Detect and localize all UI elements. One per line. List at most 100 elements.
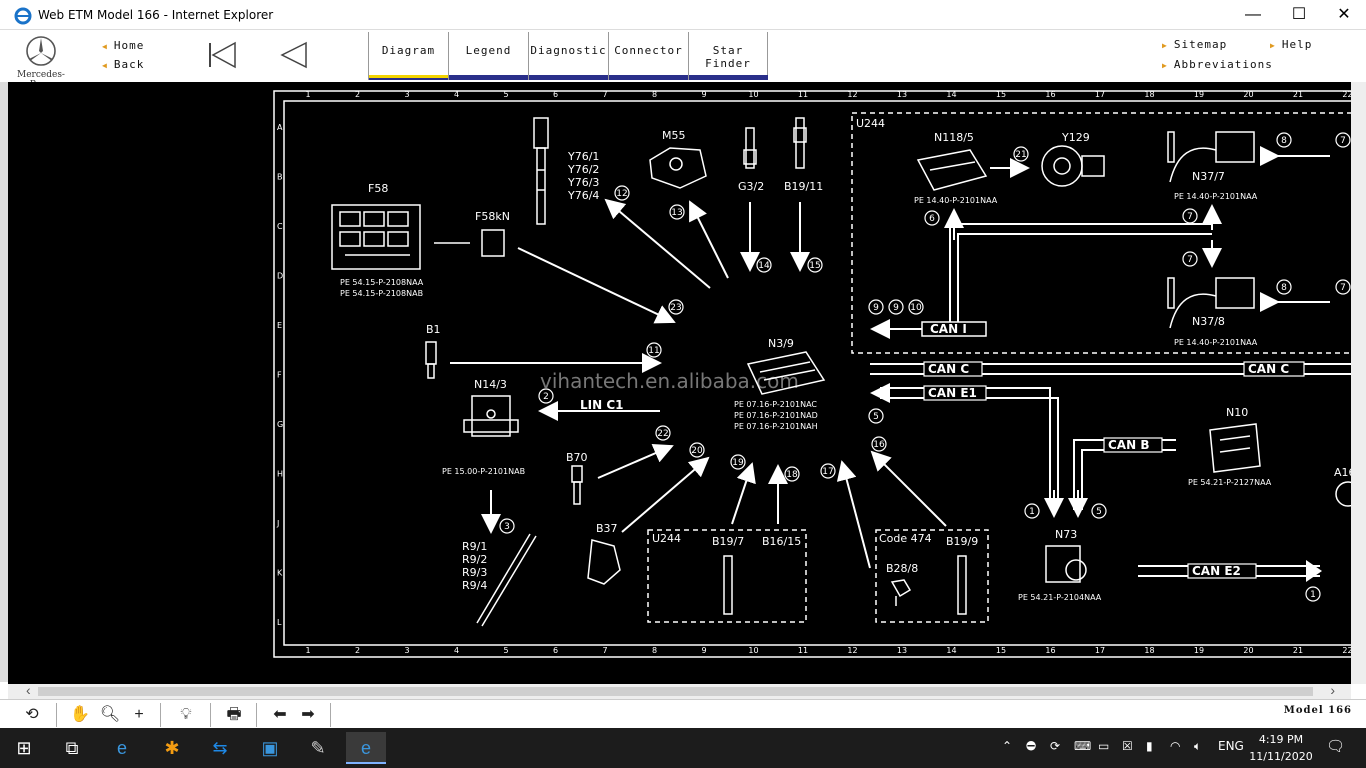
window-title: Web ETM Model 166 - Internet Explorer [38,8,274,22]
b70-sensor [571,465,583,505]
pan-hand-icon[interactable]: ✋ [68,704,92,726]
mercedes-star-icon [26,36,56,66]
code-474-label: Code 474 [879,532,932,545]
mercedes-logo[interactable]: Mercedes-Benz [8,32,74,90]
wifi-icon[interactable]: ◠ [1170,739,1180,753]
row-letter: E [277,321,282,330]
notification-icon[interactable]: 🗨︎ [1326,737,1345,755]
close-button[interactable]: ✕ [1321,0,1366,30]
reference-number: 6 [929,214,935,224]
model-label: Model 166 [1283,705,1352,716]
language-indicator[interactable]: ENG [1218,739,1244,753]
volume-icon[interactable]: 🔈︎ [1194,739,1201,754]
internet-explorer-taskbar-icon[interactable]: e [346,732,386,764]
n37-7-label: N37/7 [1192,170,1225,183]
a16-label: A16 [1334,466,1351,479]
column-number: 9 [701,646,706,655]
n14-3-label: N14/3 [474,378,507,391]
tray-sync-icon[interactable]: ⟳ [1050,739,1060,753]
zoom-in-plus-icon[interactable]: + [127,704,151,726]
row-letter: B [277,173,283,182]
home-link[interactable]: ◀ Home [102,39,144,52]
minimize-button[interactable]: — [1230,0,1276,30]
column-number: 4 [454,646,459,655]
tray-window-icon[interactable]: ▭ [1098,739,1109,753]
paint-icon[interactable]: ✎ [298,732,338,764]
row-letter: C [277,222,283,231]
m55-label: M55 [662,129,686,142]
row-letter: F [277,371,282,380]
column-number: 21 [1293,646,1303,655]
column-number: 4 [454,90,459,99]
tab-diagram[interactable]: Diagram [368,32,448,80]
column-number: 14 [946,646,956,655]
wiring-diagram-canvas[interactable]: 1 1 2 2 3 3 4 4 5 5 6 6 7 7 8 8 9 9 10 10 11 11 12 12 13 13 14 14 15… [8,82,1351,684]
n37-8-label: N37/8 [1192,315,1225,328]
column-number: 17 [1095,90,1105,99]
previous-page-icon[interactable] [278,40,310,70]
r9-4-label: R9/4 [462,579,487,592]
n37-7-pe: PE 14.40-P-2101NAA [1174,192,1258,201]
y76-4-label: Y76/4 [567,189,599,202]
tray-network-blocked-icon[interactable]: ☒ [1122,739,1133,753]
b1-label: B1 [426,323,441,336]
arrow-right-icon[interactable]: ➡ [296,704,320,726]
reference-number: 7 [1187,212,1193,222]
reference-number: 13 [671,208,682,218]
scroll-right-icon[interactable]: › [1330,682,1335,698]
n3-pe2: PE 07.16-P-2101NAD [734,411,818,420]
tab-connector[interactable]: Connector [608,32,688,80]
scroll-thumb[interactable] [38,687,1313,696]
horizontal-scrollbar[interactable]: ‹ › [8,682,1351,699]
y76-1-label: Y76/1 [567,150,599,163]
zoom-icon[interactable]: 🔍︎ [98,704,122,726]
tab-legend[interactable]: Legend [448,32,528,80]
highlight-bulb-icon[interactable]: 💡︎ [174,704,198,726]
sitemap-link[interactable]: ▶ Sitemap [1162,38,1227,51]
b19-11-sensor [793,117,807,169]
arrow-left-icon[interactable]: ⬅ [268,704,292,726]
abbreviations-link[interactable]: ▶ Abbreviations [1162,58,1273,71]
n3-pe3: PE 07.16-P-2101NAH [734,422,818,431]
tray-lang-icon[interactable]: ⌨ [1074,739,1091,753]
reference-number: 1 [1029,507,1035,517]
teamviewer-icon[interactable]: ⇆ [200,732,240,764]
help-link[interactable]: ▶ Help [1270,38,1312,51]
tab-diagnostic[interactable]: Diagnostic [528,32,608,80]
vertical-scrollbar[interactable] [1351,82,1366,684]
can-b-label: CAN B [1108,438,1149,452]
tray-battery-icon[interactable]: ▮ [1146,739,1153,753]
print-icon[interactable]: 🖶 [222,704,246,726]
scroll-left-icon[interactable]: ‹ [26,682,31,698]
back-link[interactable]: ◀ Back [102,58,144,71]
reset-view-icon[interactable]: ⟲ [20,704,44,726]
first-page-icon[interactable] [206,40,238,70]
f58-pe2: PE 54.15-P-2108NAB [340,289,423,298]
reference-number: 12 [616,189,627,199]
column-number: 2 [355,646,360,655]
b19-7-label: B19/7 [712,535,744,548]
system-clock[interactable]: 4:19 PM 11/11/2020 [1246,731,1316,765]
maximize-button[interactable]: ☐ [1276,0,1322,30]
y76-injector [533,117,549,225]
windows-start-icon[interactable]: ⊞ [4,732,44,764]
column-number: 15 [996,90,1006,99]
column-number: 3 [404,646,409,655]
column-number: 7 [602,90,607,99]
tab-star-finder[interactable]: Star Finder [688,32,768,80]
store-icon[interactable]: ▣ [250,732,290,764]
app-icon[interactable]: ✱ [152,732,192,764]
reference-number: 2 [543,392,549,402]
column-number: 17 [1095,646,1105,655]
column-number: 3 [404,90,409,99]
tray-app-icon[interactable]: ⛔︎ [1026,739,1036,754]
reference-number: 9 [873,303,879,313]
etm-toolbar: Mercedes-Benz ◀Home ◀Back Diagram Legend… [0,30,1366,90]
window-titlebar: Web ETM Model 166 - Internet Explorer — … [0,0,1366,30]
task-view-icon[interactable]: ⧉ [52,732,92,764]
column-number: 7 [602,646,607,655]
edge-icon[interactable]: e [102,732,142,764]
reference-number: 9 [893,303,899,313]
column-number: 9 [701,90,706,99]
tray-chevron-icon[interactable]: ⌃ [1002,739,1012,753]
